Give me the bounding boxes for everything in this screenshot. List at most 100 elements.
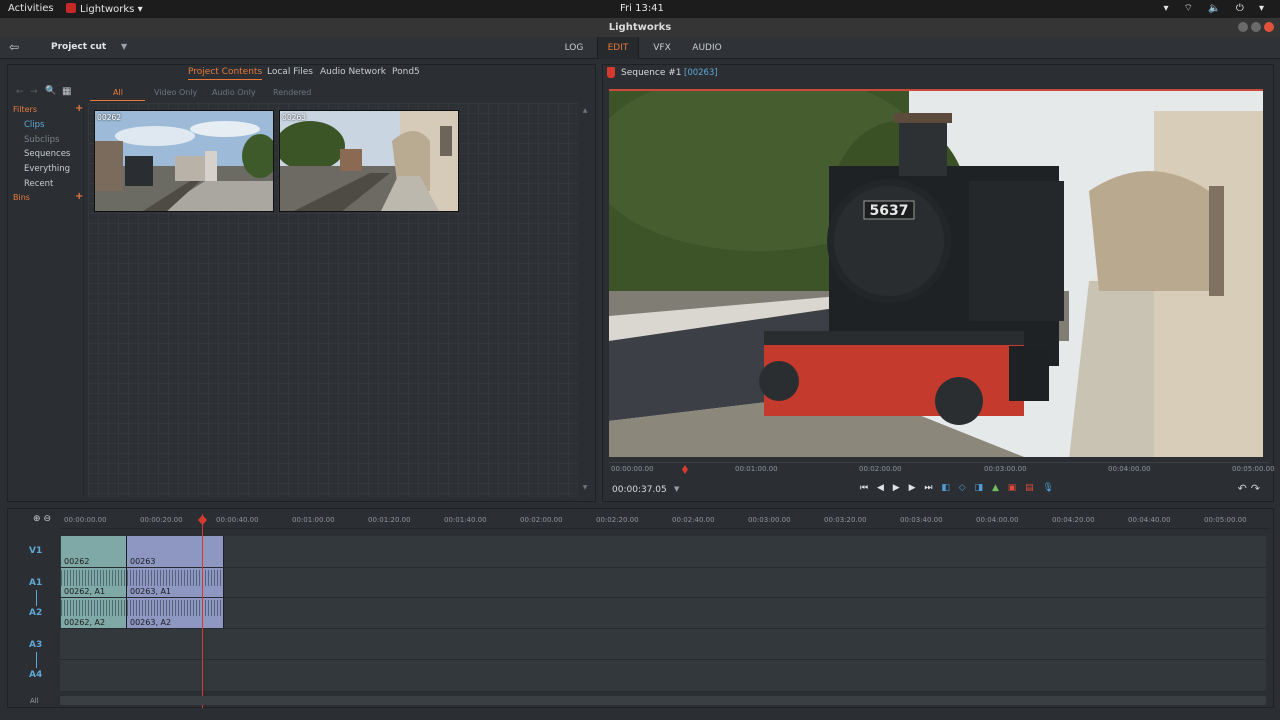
system-tray[interactable]: ▾ ⌔ 🔈 ⏻ ▾ bbox=[1163, 2, 1270, 15]
track-v1-label[interactable]: V1 bbox=[29, 546, 42, 556]
sidebar-item-clips[interactable]: Clips bbox=[24, 120, 44, 130]
app-menu-button[interactable]: Lightworks ▾ bbox=[66, 3, 143, 15]
go-to-start-icon[interactable]: ⏮ bbox=[860, 483, 868, 493]
scroll-down-icon[interactable]: ▼ bbox=[580, 484, 590, 491]
insert-icon[interactable]: ▣ bbox=[1008, 483, 1017, 493]
timeline-playhead[interactable] bbox=[202, 514, 203, 708]
sidebar-item-recent[interactable]: Recent bbox=[24, 179, 53, 189]
clip-label: 00262, A2 bbox=[64, 618, 106, 627]
back-arrow-icon[interactable]: ← bbox=[16, 87, 24, 97]
filter-all[interactable]: All bbox=[113, 88, 123, 97]
redo-icon[interactable]: ↷ bbox=[1251, 482, 1264, 495]
timeline-clip[interactable]: 00262, A2 bbox=[61, 598, 127, 628]
project-dropdown-icon[interactable]: ▼ bbox=[121, 42, 127, 51]
play-icon[interactable]: ▶ bbox=[893, 483, 900, 493]
forward-arrow-icon[interactable]: → bbox=[30, 87, 38, 97]
thumbnail-label: 00263 bbox=[282, 113, 307, 122]
overwrite-icon[interactable]: ▤ bbox=[1025, 483, 1034, 493]
timeline-ruler-tick: 00:01:00.00 bbox=[292, 516, 335, 524]
clip-label: 00263, A1 bbox=[130, 587, 172, 596]
activities-button[interactable]: Activities bbox=[8, 3, 54, 14]
track-link-line bbox=[36, 590, 37, 606]
timeline-horizontal-scrollbar[interactable] bbox=[60, 696, 1266, 705]
timeline-ruler-tick: 00:00:20.00 bbox=[140, 516, 183, 524]
video-frame[interactable]: 5637 bbox=[609, 89, 1263, 457]
scroll-up-icon[interactable]: ▲ bbox=[580, 107, 590, 114]
sidebar-item-everything[interactable]: Everything bbox=[24, 164, 70, 174]
chevron-down-icon: ▾ bbox=[137, 4, 143, 15]
add-filter-icon[interactable]: + bbox=[75, 103, 83, 114]
tab-audio[interactable]: AUDIO bbox=[686, 37, 728, 59]
clip-thumbnail-00262[interactable]: 00262 bbox=[94, 110, 274, 212]
track-a3-lane[interactable] bbox=[60, 629, 1266, 660]
minimize-button[interactable] bbox=[1238, 22, 1248, 32]
track-a4-lane[interactable] bbox=[60, 660, 1266, 692]
timeline-ruler-tick: 00:01:20.00 bbox=[368, 516, 411, 524]
timeline-clip[interactable]: 00263, A1 bbox=[127, 568, 224, 597]
search-icon[interactable]: 🔍 bbox=[45, 86, 56, 96]
mark-clip-icon[interactable]: ▲ bbox=[992, 483, 999, 493]
project-name[interactable]: Project cut bbox=[51, 42, 106, 52]
add-bin-icon[interactable]: + bbox=[75, 191, 83, 202]
mark-in-icon[interactable]: ◧ bbox=[941, 483, 950, 493]
window-title: Lightworks bbox=[0, 18, 1280, 37]
viewer-timecode[interactable]: 00:00:37.05 bbox=[612, 485, 667, 495]
viewer-ruler[interactable] bbox=[609, 462, 1269, 476]
timeline-ruler-tick: 00:00:00.00 bbox=[64, 516, 107, 524]
tracks-all-button[interactable]: All bbox=[30, 697, 39, 705]
track-a4-label[interactable]: A4 bbox=[29, 670, 42, 680]
zoom-in-icon[interactable]: ⊕ bbox=[33, 514, 44, 524]
tab-log[interactable]: LOG bbox=[556, 37, 592, 59]
tab-project-contents[interactable]: Project Contents bbox=[188, 67, 263, 80]
exit-project-icon[interactable]: ⇦ bbox=[9, 40, 19, 54]
clip-label: 00263 bbox=[130, 557, 156, 566]
zoom-out-icon[interactable]: ⊖ bbox=[44, 514, 55, 524]
step-forward-icon[interactable]: ▶ bbox=[909, 483, 916, 493]
filter-rendered[interactable]: Rendered bbox=[273, 88, 311, 97]
view-mode-icon[interactable]: ▦ bbox=[62, 86, 71, 97]
track-a3-label[interactable]: A3 bbox=[29, 640, 42, 650]
voiceover-mic-icon[interactable]: 🎙 bbox=[1043, 483, 1054, 493]
timeline-clip[interactable]: 00263, A2 bbox=[127, 598, 224, 628]
track-v1-lane[interactable]: 00262 00263 bbox=[60, 536, 1266, 568]
clock[interactable]: Fri 13:41 bbox=[620, 3, 664, 14]
tab-pond5[interactable]: Pond5 bbox=[392, 67, 420, 77]
timeline-ruler-tick: 00:01:40.00 bbox=[444, 516, 487, 524]
sequence-clip-id: [00263] bbox=[684, 68, 718, 78]
vertical-scrollbar[interactable]: ▲ ▼ bbox=[580, 103, 590, 497]
sidebar-item-subclips[interactable]: Subclips bbox=[24, 135, 59, 145]
bins-heading[interactable]: Bins bbox=[13, 193, 30, 202]
timeline-ruler-tick: 00:05:00.00 bbox=[1204, 516, 1247, 524]
track-a2-label[interactable]: A2 bbox=[29, 608, 42, 618]
tab-local-files[interactable]: Local Files bbox=[267, 67, 313, 77]
clear-marks-icon[interactable]: ◇ bbox=[959, 483, 966, 493]
timeline-clip[interactable]: 00263 bbox=[127, 536, 224, 567]
timeline-clip[interactable]: 00262, A1 bbox=[61, 568, 127, 597]
sidebar-item-sequences[interactable]: Sequences bbox=[24, 149, 70, 159]
filters-heading[interactable]: Filters bbox=[13, 105, 37, 114]
tab-vfx[interactable]: VFX bbox=[644, 37, 680, 59]
tab-edit[interactable]: EDIT bbox=[597, 37, 639, 59]
timeline-ruler-tick: 00:02:00.00 bbox=[520, 516, 563, 524]
go-to-end-icon[interactable]: ⏭ bbox=[924, 483, 932, 493]
filter-video-only[interactable]: Video Only bbox=[154, 88, 197, 97]
clip-thumbnail-00263[interactable]: 00263 bbox=[279, 110, 459, 212]
track-a1-lane[interactable]: 00262, A1 00263, A1 bbox=[60, 568, 1266, 598]
timeline-ruler-tick: 00:03:40.00 bbox=[900, 516, 943, 524]
timeline-ruler-tick: 00:04:40.00 bbox=[1128, 516, 1171, 524]
timeline-ruler-tick: 00:03:20.00 bbox=[824, 516, 867, 524]
maximize-button[interactable] bbox=[1251, 22, 1261, 32]
filter-audio-only[interactable]: Audio Only bbox=[212, 88, 256, 97]
lightworks-logo-icon bbox=[66, 3, 76, 13]
timecode-dropdown-icon[interactable]: ▼ bbox=[674, 485, 679, 493]
track-a2-lane[interactable]: 00262, A2 00263, A2 bbox=[60, 598, 1266, 629]
clip-label: 00262 bbox=[64, 557, 90, 566]
timeline-clip[interactable]: 00262 bbox=[61, 536, 127, 567]
mark-out-icon[interactable]: ◨ bbox=[975, 483, 984, 493]
close-button[interactable] bbox=[1264, 22, 1274, 32]
track-a1-label[interactable]: A1 bbox=[29, 578, 42, 588]
system-top-bar: Activities Lightworks ▾ Fri 13:41 ▾ ⌔ 🔈 … bbox=[0, 0, 1280, 18]
step-back-icon[interactable]: ◀ bbox=[877, 483, 884, 493]
undo-icon[interactable]: ↶ bbox=[1238, 482, 1251, 495]
tab-audio-network[interactable]: Audio Network bbox=[320, 67, 386, 77]
